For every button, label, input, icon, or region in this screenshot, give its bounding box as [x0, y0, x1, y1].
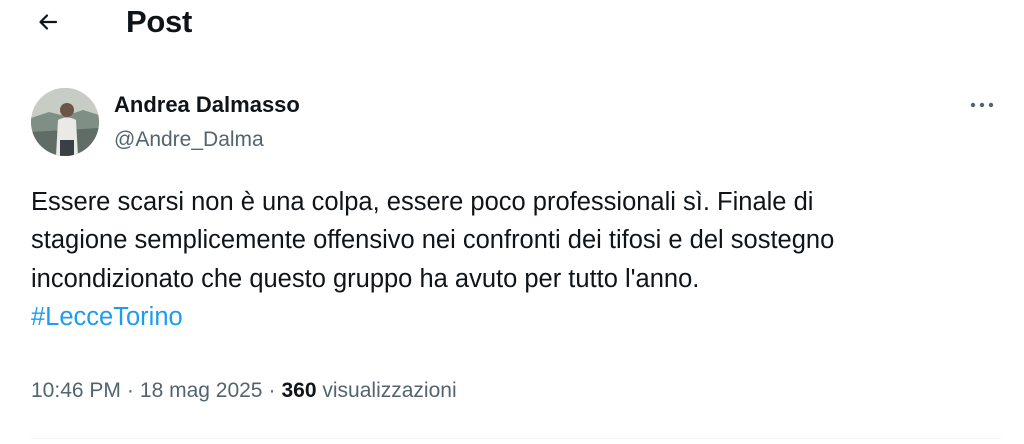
- post-meta: 10:46 PM · 18 mag 2025 · 360 visualizzazioni: [31, 376, 457, 406]
- post-date[interactable]: 18 mag 2025: [140, 379, 263, 402]
- post-text-line: stagione semplicemente offensivo nei con…: [31, 226, 835, 255]
- separator-dot: ·: [126, 379, 134, 402]
- author-handle[interactable]: @Andre_Dalma: [114, 125, 264, 155]
- more-horizontal-icon: [970, 102, 994, 108]
- post-header: Post: [0, 0, 1024, 46]
- separator-dot: ·: [268, 379, 276, 402]
- more-button[interactable]: [962, 92, 1002, 118]
- arrow-left-icon: [39, 14, 58, 30]
- post-text-line: Essere scarsi non è una colpa, essere po…: [31, 188, 814, 216]
- back-button[interactable]: [30, 4, 66, 40]
- avatar[interactable]: [31, 88, 99, 156]
- views-count[interactable]: 360: [282, 379, 317, 402]
- views-label: visualizzazioni: [322, 379, 457, 402]
- author-name[interactable]: Andrea Dalmasso: [114, 90, 300, 120]
- avatar-photo: [31, 88, 99, 156]
- post-text: Essere scarsi non è una colpa, essere po…: [31, 183, 1001, 337]
- hashtag-link[interactable]: #LecceTorino: [31, 303, 183, 331]
- divider: [31, 438, 1001, 439]
- post-text-line: incondizionato che questo gruppo ha avut…: [31, 264, 700, 293]
- page-title: Post: [126, 4, 192, 39]
- post-time[interactable]: 10:46 PM: [31, 379, 121, 402]
